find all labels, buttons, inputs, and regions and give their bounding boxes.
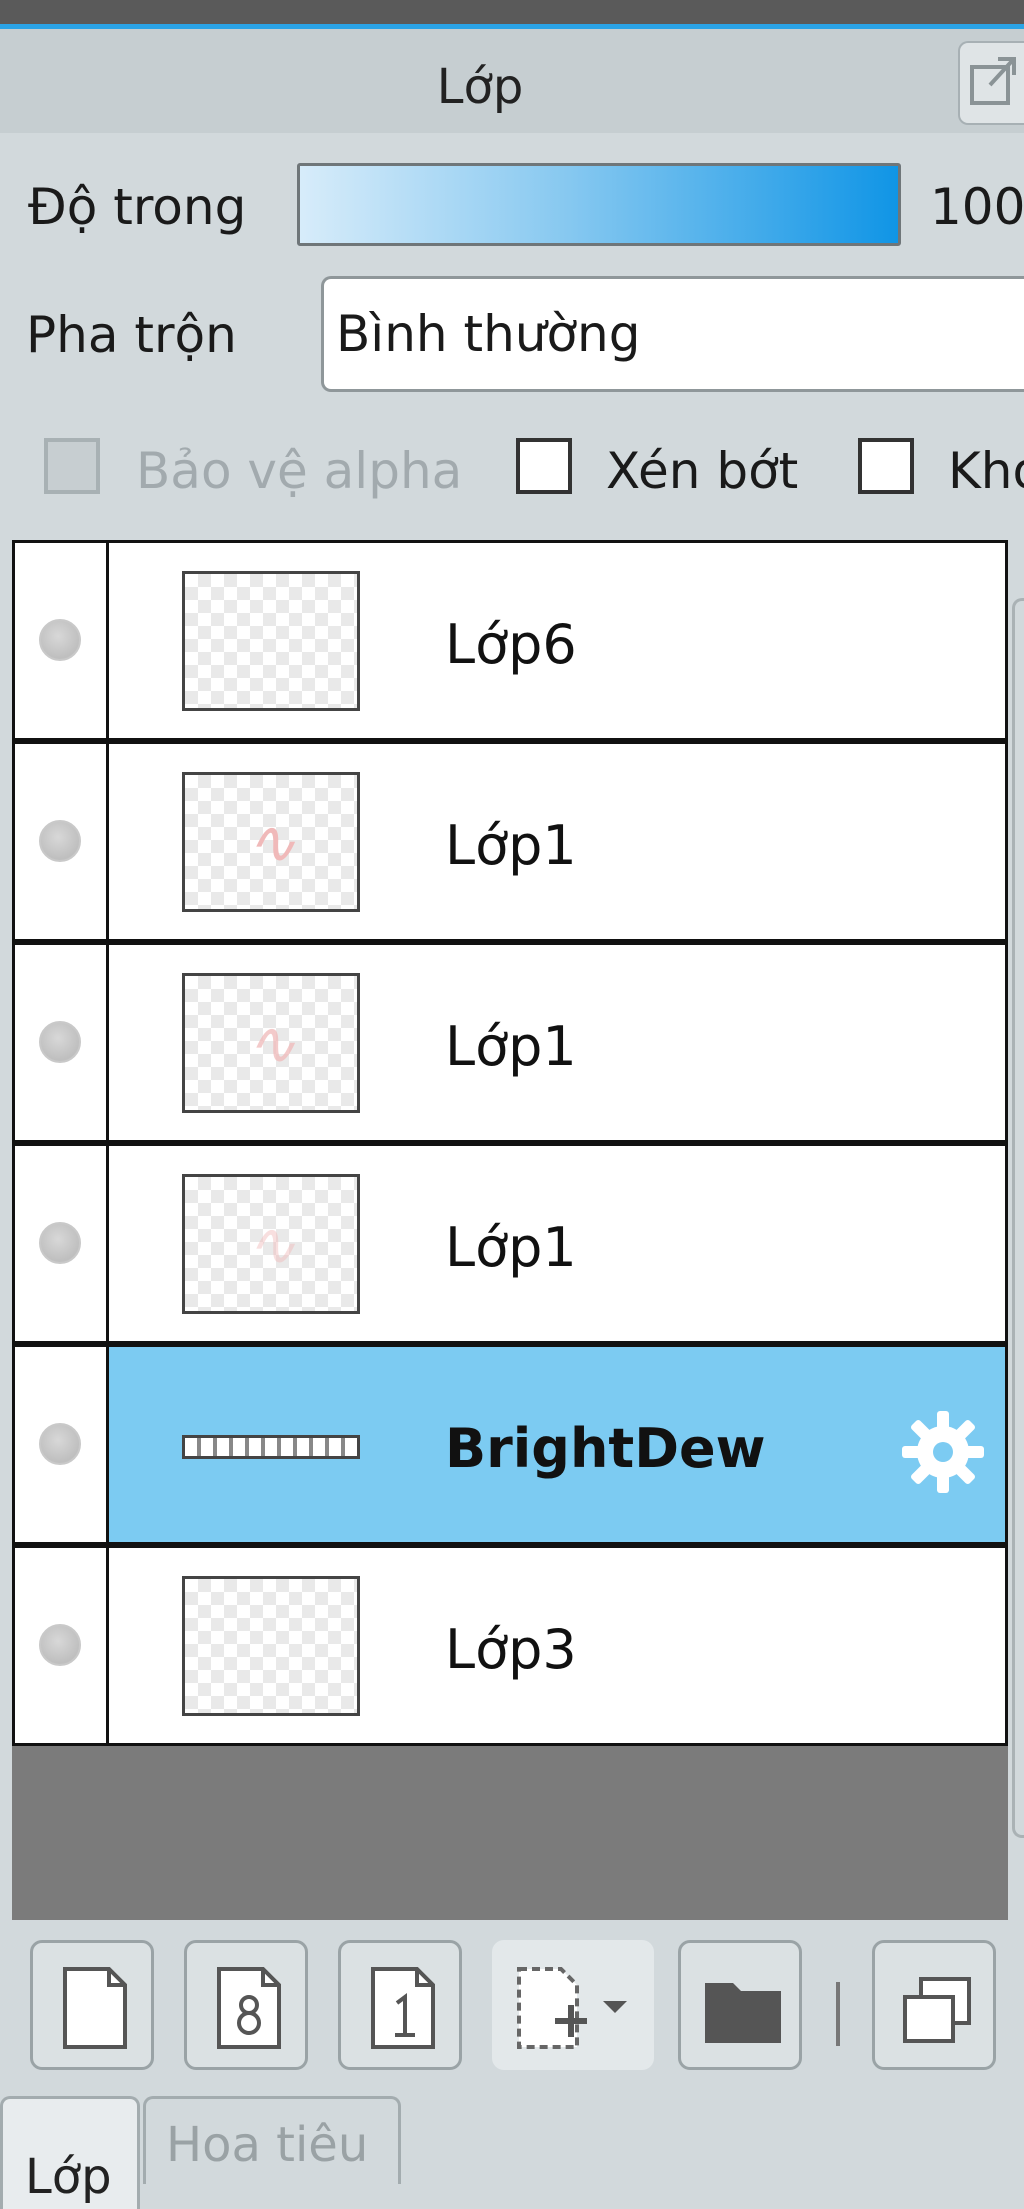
opacity-slider[interactable]: [297, 163, 901, 246]
visibility-dot-icon: [39, 1222, 81, 1264]
layer-row[interactable]: ∿ Lớp1: [12, 741, 1008, 942]
visibility-toggle[interactable]: [15, 1347, 109, 1542]
popout-icon: [970, 57, 1016, 105]
popout-button[interactable]: [958, 41, 1024, 125]
tab-navigator[interactable]: Hoa tiêu: [143, 2096, 401, 2184]
new-1bit-layer-icon: [371, 1967, 435, 2049]
new-layer-button[interactable]: [30, 1940, 154, 2070]
folder-icon: [705, 1983, 781, 2043]
add-layer-dropdown-button[interactable]: [492, 1940, 654, 2070]
gear-icon[interactable]: [898, 1407, 988, 1497]
visibility-dot-icon: [39, 820, 81, 862]
alpha-protect-checkbox[interactable]: [44, 438, 100, 494]
panel-tabs: Lớp Hoa tiêu: [0, 2096, 1024, 2209]
visibility-toggle[interactable]: [15, 1146, 109, 1341]
visibility-toggle[interactable]: [15, 945, 109, 1140]
thumbnail-scribble-icon: ∿: [245, 1009, 297, 1079]
tab-label: Hoa tiêu: [166, 2117, 369, 2173]
layer-name: Lớp6: [445, 613, 577, 676]
lock-checkbox[interactable]: [858, 438, 914, 494]
visibility-toggle[interactable]: [15, 1548, 109, 1743]
layer-name: Lớp1: [445, 814, 577, 877]
blend-mode-select[interactable]: Bình thường: [321, 276, 1024, 392]
clip-checkbox[interactable]: [516, 438, 572, 494]
alpha-protect-label: Bảo vệ alpha: [136, 442, 463, 500]
new-layer-icon: [63, 1967, 127, 2049]
layer-name: BrightDew: [445, 1417, 766, 1480]
lock-label: Kho: [948, 442, 1024, 500]
layer-row[interactable]: ∿ Lớp1: [12, 1143, 1008, 1344]
blend-mode-value: Bình thường: [336, 305, 641, 363]
thumbnail-scribble-icon: ∿: [245, 808, 297, 878]
layer-toolbar: [12, 1922, 1024, 2072]
thumbnail-scribble-icon: ∿: [245, 1210, 297, 1280]
new-1bit-layer-button[interactable]: [338, 1940, 462, 2070]
tab-layers[interactable]: Lớp: [0, 2096, 140, 2209]
new-8bit-layer-icon: [217, 1967, 281, 2049]
layer-row[interactable]: ∿ Lớp1: [12, 942, 1008, 1143]
add-layer-dropdown-icon: [517, 1967, 627, 2049]
layer-list-scrollbar[interactable]: [1012, 598, 1024, 1838]
layer-row[interactable]: Lớp3: [12, 1545, 1008, 1746]
layer-thumbnail: ∿: [182, 973, 360, 1113]
clip-label: Xén bớt: [606, 442, 799, 500]
visibility-toggle[interactable]: [15, 543, 109, 738]
layer-thumbnail: [182, 1435, 360, 1459]
layer-name: Lớp3: [445, 1618, 577, 1681]
visibility-dot-icon: [39, 1021, 81, 1063]
visibility-dot-icon: [39, 1423, 81, 1465]
top-accent-bar: [0, 0, 1024, 29]
visibility-dot-icon: [39, 1624, 81, 1666]
layer-name: Lớp1: [445, 1015, 577, 1078]
opacity-value: 100: [930, 178, 1024, 236]
blend-mode-label: Pha trộn: [26, 306, 237, 364]
panel-title: Lớp: [436, 59, 524, 115]
toolbar-separator: [836, 1982, 840, 2046]
visibility-dot-icon: [39, 619, 81, 661]
layer-name: Lớp1: [445, 1216, 577, 1279]
layer-thumbnail: [182, 1576, 360, 1716]
duplicate-layer-button[interactable]: [872, 1940, 996, 2070]
tab-label: Lớp: [25, 2149, 112, 2205]
layer-row[interactable]: Lớp6: [12, 540, 1008, 741]
layer-row-selected[interactable]: BrightDew: [12, 1344, 1008, 1545]
layer-list: Lớp6 ∿ Lớp1 ∿ Lớp1 ∿ Lớp1 BrightDew Lớp3: [12, 540, 1008, 1920]
new-folder-button[interactable]: [678, 1940, 802, 2070]
duplicate-layer-icon: [903, 1977, 971, 2043]
opacity-label: Độ trong: [28, 178, 247, 236]
layer-thumbnail: ∿: [182, 1174, 360, 1314]
new-8bit-layer-button[interactable]: [184, 1940, 308, 2070]
panel-header: Lớp: [0, 29, 1024, 133]
layer-thumbnail: [182, 571, 360, 711]
visibility-toggle[interactable]: [15, 744, 109, 939]
layer-thumbnail: ∿: [182, 772, 360, 912]
